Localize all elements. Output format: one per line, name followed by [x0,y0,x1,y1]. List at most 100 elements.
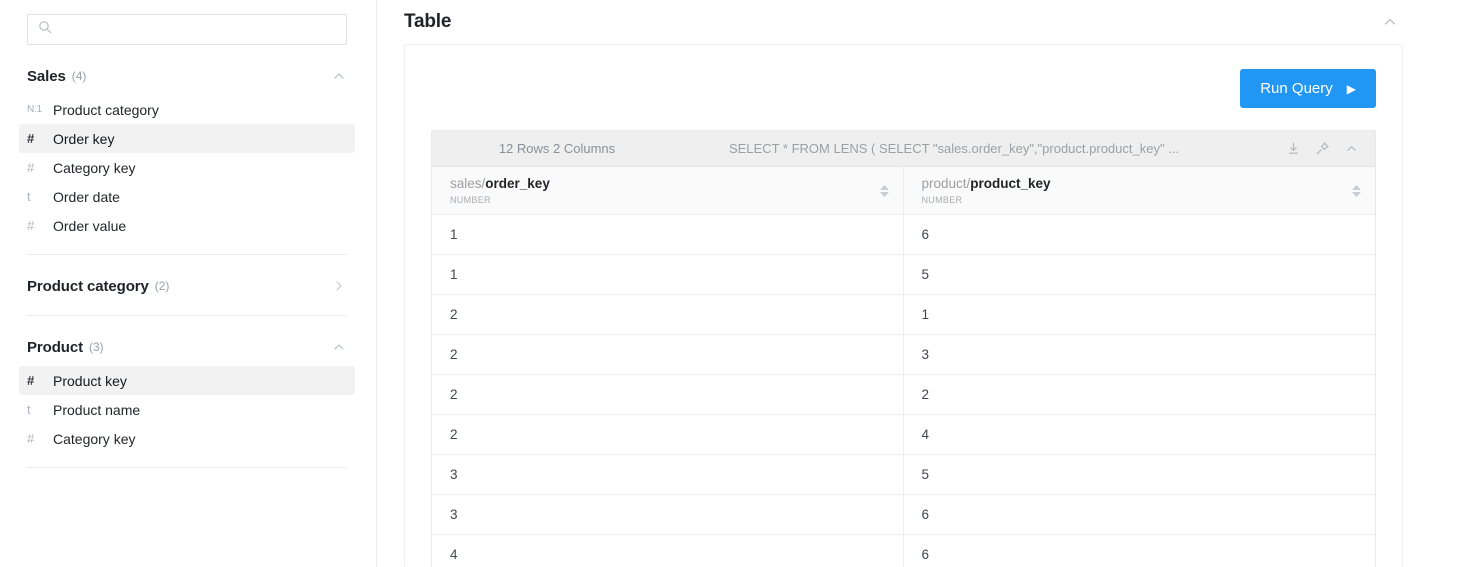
section-header[interactable]: Product (3) [27,332,347,362]
field-label: Order key [53,130,115,147]
table-cell: 3 [432,495,904,534]
chevron-right-icon[interactable] [331,278,347,294]
field-label: Category key [53,159,136,176]
column-header-text: product/product_key NUMBER [922,176,1051,206]
run-query-button[interactable]: Run Query ▶ [1240,69,1376,108]
relation-icon: N:1 [27,104,42,115]
table-card: Run Query ▶ 12 Rows 2 Columns SELECT * F… [404,44,1403,567]
table-row[interactable]: 21 [432,295,1375,335]
panel-header: Table [404,0,1403,44]
table-row[interactable]: 36 [432,495,1375,535]
section-title: Sales [27,67,66,85]
table-row[interactable]: 23 [432,335,1375,375]
table-row[interactable]: 24 [432,415,1375,455]
search-icon [38,20,52,39]
grid-meta-bar: 12 Rows 2 Columns SELECT * FROM LENS ( S… [432,131,1375,167]
number-icon: # [27,160,35,175]
search-box[interactable] [27,14,347,45]
column-field: order_key [485,175,550,191]
chevron-up-icon[interactable] [331,68,347,84]
field-label: Order date [53,188,120,205]
card-toolbar: Run Query ▶ [431,63,1376,108]
field-label: Product category [53,101,159,118]
download-icon[interactable] [1286,141,1301,156]
number-icon: # [27,431,35,446]
section-count: (4) [71,69,87,83]
field-item[interactable]: # Product key [19,366,355,395]
table-cell: 3 [432,455,904,494]
column-type: NUMBER [921,195,963,206]
field-item[interactable]: t Order date [19,182,355,211]
section-header[interactable]: Product category (2) [27,271,347,301]
column-name: product/product_key [922,176,1051,193]
sql-preview[interactable]: SELECT * FROM LENS ( SELECT "sales.order… [682,141,1286,156]
table-row[interactable]: 15 [432,255,1375,295]
main-panel: Table Run Query ▶ 12 Rows 2 Columns SELE… [377,0,1470,567]
table-row[interactable]: 35 [432,455,1375,495]
search-container [0,0,376,45]
chevron-up-icon[interactable] [1381,13,1399,31]
field-label: Order value [53,217,127,234]
table-cell: 2 [432,335,904,374]
column-header-text: sales/order_key NUMBER [450,176,550,206]
grid-body: 161521232224353646 [432,215,1375,567]
table-cell: 4 [921,427,930,442]
table-cell: 6 [921,507,930,522]
rows-columns-label: 12 Rows 2 Columns [498,141,616,156]
column-namespace: product/ [921,175,971,191]
column-namespace: sales/ [450,175,486,191]
pin-icon[interactable] [1315,141,1330,156]
table-cell: 5 [921,467,930,482]
section-header[interactable]: Sales (4) [27,61,347,91]
chevron-up-icon[interactable] [331,339,347,355]
column-field: product_key [970,175,1051,191]
table-cell: 1 [921,307,930,322]
table-cell: 2 [432,375,904,414]
field-item[interactable]: t Product name [19,395,355,424]
field-item[interactable]: # Category key [19,424,355,453]
sidebar-section-sales: Sales (4) N:1 Product category # Order key # Ca… [0,61,376,255]
field-item[interactable]: # Category key [19,153,355,182]
column-header[interactable]: product/product_key NUMBER [904,167,1376,214]
results-grid: 12 Rows 2 Columns SELECT * FROM LENS ( S… [431,130,1376,567]
text-icon: t [27,189,31,204]
sidebar: Sales (4) N:1 Product category # Order key # Ca… [0,0,377,567]
sort-arrows-icon[interactable] [1352,184,1361,197]
run-query-label: Run Query [1260,80,1333,97]
page-title: Table [404,11,452,32]
app-root: Sales (4) N:1 Product category # Order key # Ca… [0,0,1470,567]
number-icon: # [27,131,35,146]
play-icon: ▶ [1346,81,1356,96]
table-cell: 2 [432,415,904,454]
table-cell: 2 [432,295,904,334]
field-label: Product name [53,401,141,418]
chevron-up-icon[interactable] [1344,141,1359,156]
section-count: (3) [88,340,104,354]
field-item[interactable]: # Order value [19,211,355,240]
section-title: Product [27,338,83,356]
field-label: Product key [53,372,127,389]
field-item[interactable]: N:1 Product category [19,95,355,124]
table-cell: 6 [921,547,930,562]
section-divider [27,315,347,316]
table-row[interactable]: 16 [432,215,1375,255]
table-cell: 3 [921,347,930,362]
field-item[interactable]: # Order key [19,124,355,153]
column-type: NUMBER [450,195,491,206]
number-icon: # [27,373,35,388]
sort-arrows-icon[interactable] [879,184,889,197]
table-cell: 6 [921,227,930,242]
field-list: # Product key t Product name # Category key [19,366,355,453]
table-cell: 1 [432,215,904,254]
field-list: N:1 Product category # Order key # Category k… [19,95,355,240]
sidebar-section-product: Product (3) # Product key t Product name # Cate… [0,332,376,468]
table-row[interactable]: 22 [432,375,1375,415]
grid-header-row: sales/order_key NUMBER product/product_key… [432,167,1375,215]
table-cell: 5 [921,267,930,282]
column-header[interactable]: sales/order_key NUMBER [432,167,904,214]
search-input[interactable] [60,22,336,37]
column-name: sales/order_key [450,176,550,193]
section-divider [27,467,347,468]
field-label: Category key [53,430,136,447]
table-row[interactable]: 46 [432,535,1375,567]
